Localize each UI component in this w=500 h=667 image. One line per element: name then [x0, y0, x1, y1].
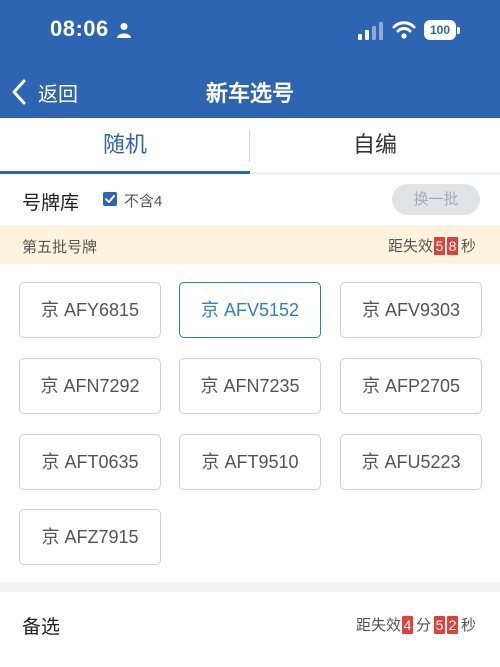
plate-option[interactable]: 京 AFT9510: [179, 434, 321, 490]
exclude-four-label[interactable]: 不含4: [124, 190, 162, 211]
countdown-unit: 秒: [460, 617, 476, 634]
battery-icon: 100: [424, 20, 460, 40]
active-tab-indicator: [0, 171, 250, 174]
plate-option[interactable]: 京 AFV9303: [340, 282, 482, 338]
plate-option[interactable]: 京 AFN7292: [19, 358, 161, 414]
plate-grid: 京 AFY6815 京 AFV5152 京 AFV9303 京 AFN7292 …: [0, 264, 500, 582]
alternates-section: 备选 距失效 4 分 5 2 秒: [0, 592, 500, 667]
app-header: 08:06 100 返回 新车选号: [0, 0, 500, 118]
tab-random[interactable]: 随机: [0, 118, 250, 174]
batch-countdown: 距失效 5 8 秒: [388, 235, 478, 256]
cellular-signal-icon: [358, 22, 383, 40]
countdown-unit: 秒: [460, 238, 476, 255]
countdown-prefix: 距失效: [355, 617, 401, 634]
plate-option[interactable]: 京 AFN7235: [179, 358, 321, 414]
countdown-digit: 4: [401, 615, 413, 634]
page-title: 新车选号: [205, 81, 294, 106]
battery-level: 100: [424, 20, 456, 40]
plate-option[interactable]: 京 AFY6815: [19, 282, 161, 338]
plate-option[interactable]: 京 AFT0635: [19, 434, 161, 490]
checkmark-icon: [105, 195, 115, 203]
exclude-four-checkbox[interactable]: [103, 192, 117, 206]
plate-option[interactable]: 京 AFP2705: [340, 358, 482, 414]
alternates-title: 备选: [22, 617, 61, 638]
tab-custom[interactable]: 自编: [250, 118, 500, 174]
battery-tip: [457, 27, 460, 34]
plate-pool-title: 号牌库: [22, 193, 80, 214]
tab-bar: 随机 自编: [0, 118, 500, 174]
countdown-unit: 分: [415, 617, 431, 634]
countdown-digit: 5: [433, 615, 445, 634]
batch-title: 第五批号牌: [22, 239, 98, 256]
plate-option[interactable]: 京 AFU5223: [340, 434, 482, 490]
countdown-digit: 5: [433, 236, 445, 255]
countdown-digit: 2: [446, 615, 458, 634]
wifi-icon: [392, 21, 416, 39]
plate-option[interactable]: 京 AFV5152: [179, 282, 321, 338]
plate-option[interactable]: 京 AFZ7915: [19, 509, 161, 565]
person-icon: [117, 23, 131, 38]
refresh-batch-button[interactable]: 换一批: [392, 184, 480, 215]
status-time: 08:06: [50, 16, 109, 41]
countdown-digit: 8: [446, 236, 458, 255]
batch-banner: 第五批号牌 距失效 5 8 秒: [0, 226, 500, 264]
countdown-prefix: 距失效: [387, 238, 433, 255]
alternates-countdown: 距失效 4 分 5 2 秒: [356, 614, 478, 635]
